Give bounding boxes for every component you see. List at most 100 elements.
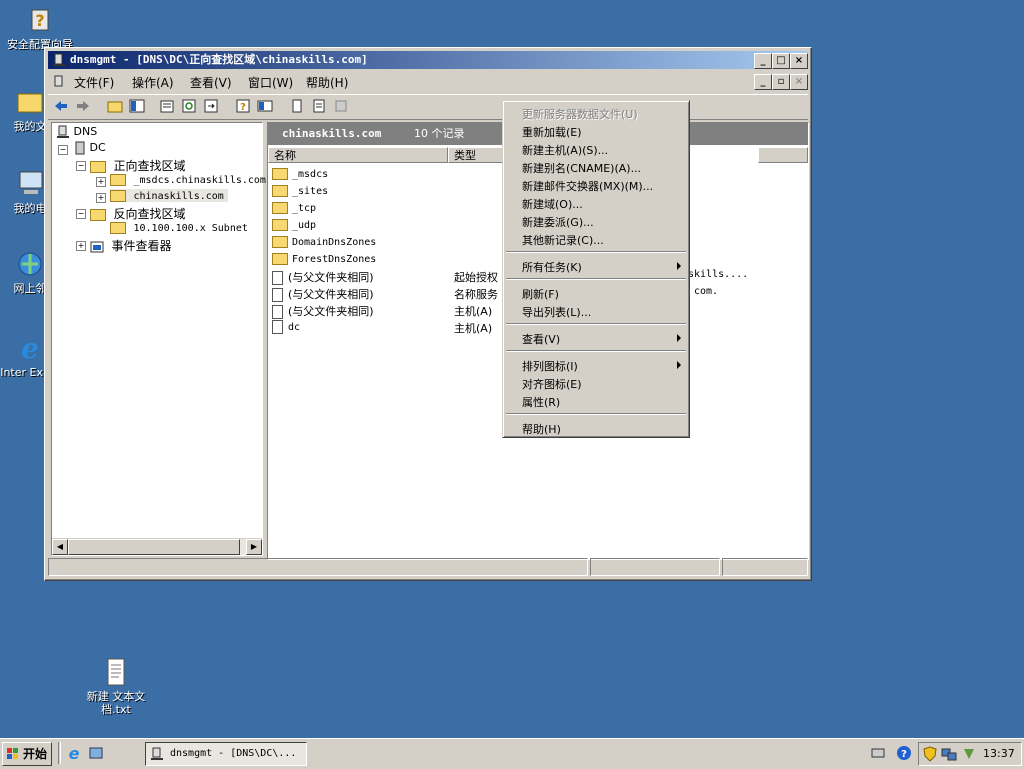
new-domain-icon[interactable] — [332, 98, 352, 116]
list-item[interactable]: DomainDnsZones — [272, 235, 376, 248]
record-icon — [272, 320, 283, 334]
tree-node-dc[interactable]: DC — [74, 141, 106, 155]
tree-node-forward-zones[interactable]: 正向查找区域 — [90, 157, 186, 174]
list-item[interactable]: _udp — [272, 218, 316, 231]
collapse-dc-icon[interactable]: − — [58, 145, 68, 155]
forward-icon[interactable] — [74, 98, 94, 116]
help-tray-icon[interactable]: ? — [896, 745, 912, 764]
collapse-reverse-zones-icon[interactable]: − — [76, 209, 86, 219]
close-button[interactable]: × — [790, 53, 808, 69]
new-record-icon[interactable] — [288, 98, 308, 116]
tree-node-event-viewer[interactable]: 事件查看器 — [90, 237, 172, 254]
window-title: dnsmgmt - [DNS\DC\正向查找区域\chinaskills.com… — [70, 53, 368, 66]
desktop-icon-label: 新建 文本文档.txt — [86, 690, 146, 716]
properties-icon[interactable] — [158, 98, 178, 116]
tree-node-dns[interactable]: DNS — [56, 125, 97, 139]
submenu-arrow-icon — [677, 361, 681, 369]
expand-msdcs-icon[interactable]: + — [96, 177, 106, 187]
context-menu: 更新服务器数据文件(U) 重新加载(E) 新建主机(A)(S)... 新建别名(… — [502, 100, 690, 438]
menu-item-new-delegation[interactable]: 新建委派(G)... — [522, 214, 594, 230]
menu-item-view[interactable]: 查看(V) — [522, 331, 560, 347]
collapse-forward-zones-icon[interactable]: − — [76, 161, 86, 171]
minimize-button[interactable]: _ — [754, 53, 772, 69]
menu-item-line-up-icons[interactable]: 对齐图标(E) — [522, 376, 582, 392]
menu-item-new-mail-exchanger[interactable]: 新建邮件交换器(MX)(M)... — [522, 178, 653, 194]
security-shield-icon[interactable] — [923, 746, 937, 765]
menu-action[interactable]: 操作(A) — [132, 74, 174, 91]
network-tray-icon[interactable] — [870, 745, 886, 764]
dns-icon — [57, 125, 69, 138]
column-header-type[interactable]: 类型 — [448, 147, 504, 163]
export-list-icon[interactable] — [202, 98, 222, 116]
list-item[interactable]: _msdcs — [272, 167, 328, 180]
menu-item-help[interactable]: 帮助(H) — [522, 421, 561, 437]
menu-item-all-tasks[interactable]: 所有任务(K) — [522, 259, 582, 275]
menu-item-other-new-records[interactable]: 其他新记录(C)... — [522, 232, 604, 248]
menu-view[interactable]: 查看(V) — [190, 74, 232, 91]
folder-icon — [272, 219, 288, 231]
show-tree-icon[interactable] — [128, 98, 148, 116]
windows-logo-icon — [7, 748, 18, 759]
dnsmgmt-window: dnsmgmt - [DNS\DC\正向查找区域\chinaskills.com… — [44, 47, 812, 581]
new-host-icon[interactable] — [310, 98, 330, 116]
window-titlebar[interactable]: dnsmgmt - [DNS\DC\正向查找区域\chinaskills.com… — [48, 51, 808, 69]
taskbar-task-dnsmgmt[interactable]: dnsmgmt - [DNS\DC\... — [145, 742, 307, 766]
zone-name: chinaskills.com — [282, 127, 382, 140]
svg-text:?: ? — [901, 749, 907, 760]
menu-window[interactable]: 窗口(W) — [248, 74, 293, 91]
desktop-icon-text-file[interactable]: 新建 文本文档.txt — [76, 656, 156, 716]
toolbar: ? — [48, 94, 808, 120]
menu-item-update-server-data-file[interactable]: 更新服务器数据文件(U) — [522, 106, 638, 122]
menu-file[interactable]: 文件(F) — [74, 74, 114, 91]
list-item[interactable]: _sites — [272, 184, 328, 197]
scroll-thumb[interactable] — [68, 539, 240, 555]
scroll-right-icon[interactable]: ▶ — [246, 539, 262, 555]
expand-chinaskills-icon[interactable]: + — [96, 193, 106, 203]
list-item[interactable]: _tcp — [272, 201, 316, 214]
show-desktop-icon[interactable] — [88, 745, 104, 764]
expand-event-viewer-icon[interactable]: + — [76, 241, 86, 251]
network-connection-icon[interactable] — [941, 746, 957, 765]
child-close-button[interactable]: × — [790, 74, 808, 90]
column-header-extra[interactable] — [758, 147, 808, 163]
menu-help[interactable]: 帮助(H) — [306, 74, 348, 91]
menu-item-properties[interactable]: 属性(R) — [522, 394, 560, 410]
row-data: com. — [694, 286, 719, 297]
refresh-icon[interactable] — [180, 98, 200, 116]
up-level-icon[interactable] — [106, 98, 126, 116]
menu-item-arrange-icons[interactable]: 排列图标(I) — [522, 358, 578, 374]
child-restore-button[interactable]: ▫ — [772, 74, 790, 90]
maximize-button[interactable]: □ — [772, 53, 790, 69]
tree-node-msdcs-zone[interactable]: _msdcs.chinaskills.com — [110, 173, 266, 186]
tray-app-icon[interactable] — [961, 746, 977, 765]
back-icon[interactable] — [52, 98, 72, 116]
menu-item-export-list[interactable]: 导出列表(L)... — [522, 304, 591, 320]
start-button[interactable]: 开始 — [2, 742, 52, 766]
console-icon[interactable] — [256, 98, 276, 116]
record-icon — [272, 271, 283, 285]
list-item[interactable]: (与父文件夹相同) — [272, 269, 374, 285]
list-item[interactable]: ForestDnsZones — [272, 252, 376, 265]
tree-label: 反向查找区域 — [113, 207, 186, 221]
ie-quicklaunch-icon[interactable]: e — [66, 744, 82, 764]
scroll-left-icon[interactable]: ◀ — [52, 539, 68, 555]
tree-node-reverse-zones[interactable]: 反向查找区域 — [90, 205, 186, 222]
row-type: 名称服务 — [454, 288, 498, 301]
list-item[interactable]: (与父文件夹相同) — [272, 303, 374, 319]
help-icon[interactable]: ? — [234, 98, 254, 116]
menu-item-reload[interactable]: 重新加载(E) — [522, 124, 582, 140]
menu-item-refresh[interactable]: 刷新(F) — [522, 286, 559, 302]
menu-item-new-alias[interactable]: 新建别名(CNAME)(A)... — [522, 160, 641, 176]
text-file-icon — [100, 656, 132, 688]
list-item[interactable]: (与父文件夹相同) — [272, 286, 374, 302]
tree-node-chinaskills-zone[interactable]: chinaskills.com — [110, 189, 228, 202]
tree-node-reverse-subnet[interactable]: 10.100.100.x Subnet — [110, 221, 248, 234]
menu-item-new-host[interactable]: 新建主机(A)(S)... — [522, 142, 608, 158]
tree-horizontal-scrollbar[interactable]: ◀ ▶ — [52, 538, 262, 555]
child-minimize-button[interactable]: _ — [754, 74, 772, 90]
column-header-name[interactable]: 名称 — [268, 147, 448, 163]
menu-item-new-domain[interactable]: 新建域(O)... — [522, 196, 583, 212]
list-item[interactable]: dc — [272, 320, 300, 334]
desktop-icon-security-wizard[interactable]: ? 安全配置向导 — [0, 4, 80, 51]
internet-explorer-icon: e — [14, 332, 46, 365]
